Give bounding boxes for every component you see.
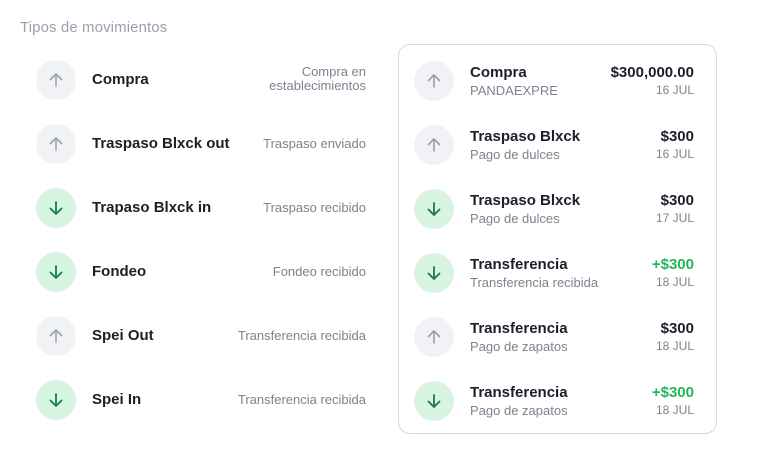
transaction-date: 18 JUL xyxy=(655,339,694,353)
movement-type-description: Traspaso recibido xyxy=(263,200,366,215)
transaction-row[interactable]: Traspaso Blxck Pago de dulces $300 16 JUL xyxy=(414,125,694,165)
transaction-amount: $300 xyxy=(660,192,694,209)
transaction-amount: +$300 xyxy=(651,256,694,273)
transaction-date: 16 JUL xyxy=(655,83,694,97)
arrow-up-icon xyxy=(36,124,76,164)
arrow-down-icon xyxy=(414,253,454,293)
movement-type-row[interactable]: Traspaso Blxck out Traspaso enviado xyxy=(36,124,366,164)
transaction-title: Transferencia xyxy=(470,320,568,337)
movement-type-name: Fondeo xyxy=(92,263,147,280)
transaction-title: Transferencia xyxy=(470,256,568,273)
movement-type-row[interactable]: Compra Compra en establecimientos xyxy=(36,60,366,100)
movement-type-row[interactable]: Spei In Transferencia recibida xyxy=(36,380,366,420)
page: Tipos de movimientos Compra Compra en est… xyxy=(0,0,779,456)
movement-type-description: Transferencia recibida xyxy=(237,328,366,343)
movement-type-description: Transferencia recibida xyxy=(237,392,366,407)
arrow-down-icon xyxy=(414,381,454,421)
transaction-title: Traspaso Blxck xyxy=(470,192,581,209)
transaction-subtitle: Transferencia recibida xyxy=(470,275,599,290)
arrow-down-icon xyxy=(36,252,76,292)
arrow-down-icon xyxy=(36,380,76,420)
arrow-up-icon xyxy=(36,316,76,356)
transaction-date: 18 JUL xyxy=(655,403,694,417)
movement-type-name: Trapaso Blxck in xyxy=(92,199,212,216)
movement-type-name: Spei Out xyxy=(92,327,154,344)
movement-type-name: Spei In xyxy=(92,391,142,408)
movement-types-list: Compra Compra en establecimientos Traspaso… xyxy=(36,60,366,444)
transaction-subtitle: PANDAEXPRE xyxy=(470,83,558,98)
transaction-amount: $300 xyxy=(660,128,694,145)
arrow-up-icon xyxy=(414,317,454,357)
movement-type-row[interactable]: Spei Out Transferencia recibida xyxy=(36,316,366,356)
movement-type-description: Traspaso enviado xyxy=(263,136,366,151)
transaction-amount: +$300 xyxy=(651,384,694,401)
movement-type-name: Traspaso Blxck out xyxy=(92,135,230,152)
transaction-subtitle: Pago de dulces xyxy=(470,147,560,162)
transaction-row[interactable]: Transferencia Pago de zapatos +$300 18 JUL xyxy=(414,381,694,421)
transaction-date: 16 JUL xyxy=(655,147,694,161)
transaction-row[interactable]: Compra PANDAEXPRE $300,000.00 16 JUL xyxy=(414,61,694,101)
movement-type-description: Compra en establecimientos xyxy=(269,64,366,93)
transaction-row[interactable]: Traspaso Blxck Pago de dulces $300 17 JUL xyxy=(414,189,694,229)
transactions-card: Compra PANDAEXPRE $300,000.00 16 JUL Traspas… xyxy=(398,44,717,434)
transaction-date: 18 JUL xyxy=(655,275,694,289)
movement-type-row[interactable]: Trapaso Blxck in Traspaso recibido xyxy=(36,188,366,228)
transaction-row[interactable]: Transferencia Pago de zapatos $300 18 JUL xyxy=(414,317,694,357)
arrow-down-icon xyxy=(36,188,76,228)
transaction-subtitle: Pago de zapatos xyxy=(470,339,568,354)
transaction-subtitle: Pago de zapatos xyxy=(470,403,568,418)
transaction-title: Traspaso Blxck xyxy=(470,128,581,145)
transaction-date: 17 JUL xyxy=(655,211,694,225)
arrow-up-icon xyxy=(414,125,454,165)
transaction-row[interactable]: Transferencia Transferencia recibida +$300… xyxy=(414,253,694,293)
transaction-title: Transferencia xyxy=(470,384,568,401)
arrow-up-icon xyxy=(36,60,76,100)
transaction-amount: $300,000.00 xyxy=(610,64,694,81)
movement-type-row[interactable]: Fondeo Fondeo recibido xyxy=(36,252,366,292)
transaction-amount: $300 xyxy=(660,320,694,337)
section-title: Tipos de movimientos xyxy=(20,19,168,36)
transaction-title: Compra xyxy=(470,64,527,81)
arrow-up-icon xyxy=(414,61,454,101)
movement-type-description: Fondeo recibido xyxy=(272,264,366,279)
movement-type-name: Compra xyxy=(92,71,149,88)
transaction-subtitle: Pago de dulces xyxy=(470,211,560,226)
arrow-down-icon xyxy=(414,189,454,229)
